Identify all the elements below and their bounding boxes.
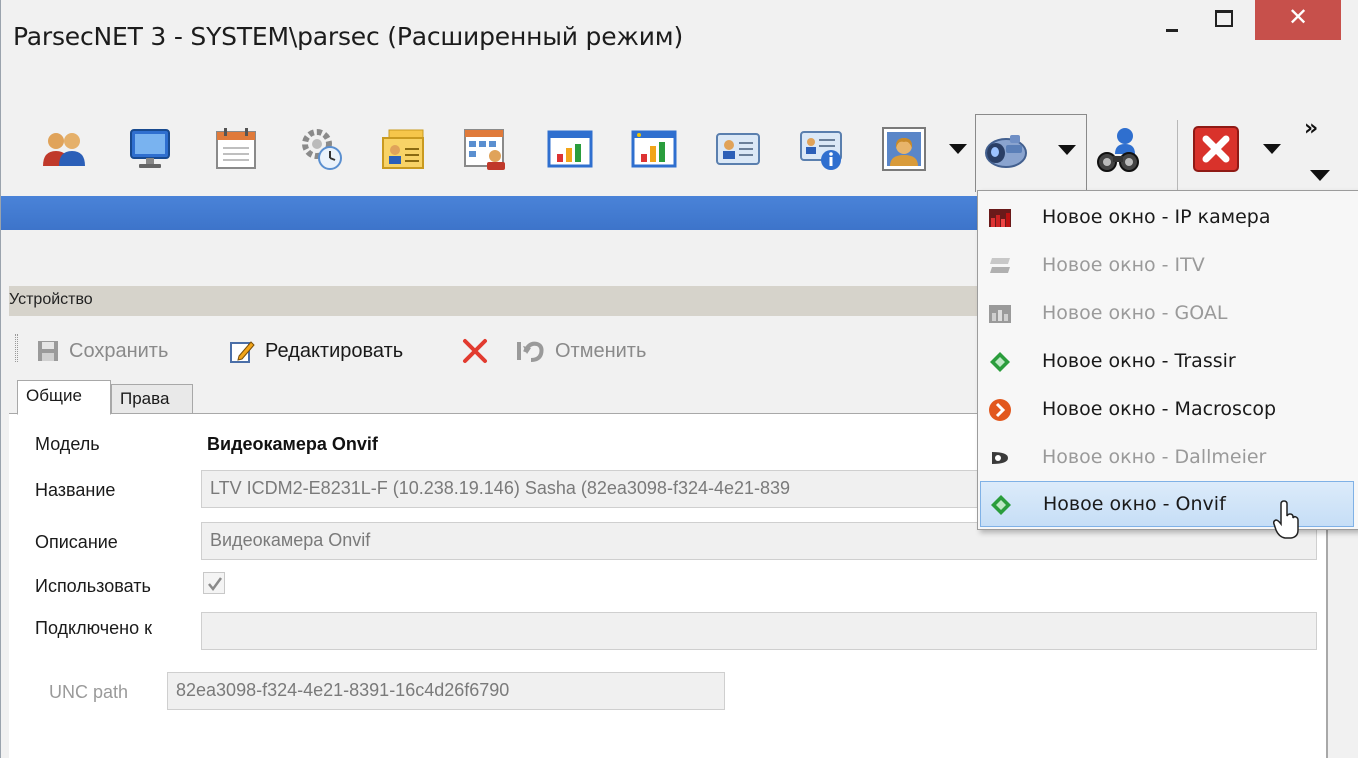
model-value: Видеокамера Onvif [207,434,378,454]
toolbar-overflow-arrow-icon[interactable] [1310,170,1330,181]
unc-path-field[interactable]: 82ea3098-f324-4e21-8391-16c4d26f6790 [167,672,725,710]
trassir-icon [990,352,1010,372]
menu-item-label: Новое окно - Macroscop [1042,398,1277,420]
menu-item-dallmeier[interactable]: Новое окно - Dallmeier [980,435,1354,481]
personnel-schedule-icon[interactable] [461,124,511,174]
id-card-info-icon[interactable] [797,124,847,174]
use-checkbox[interactable] [203,572,225,594]
edit-button[interactable]: Редактировать [229,336,403,366]
menu-item-macroscop[interactable]: Новое окно - Macroscop [980,387,1354,433]
close-window-button[interactable]: ✕ [1255,0,1341,40]
red-x-delete-icon [463,339,487,363]
menu-item-label: Новое окно - Dallmeier [1042,446,1267,468]
dallmeier-icon [992,452,1008,464]
connected-to-label: Подключено к [35,618,152,638]
floppy-disk-icon [38,341,58,361]
photo-dropdown-arrow-icon[interactable] [949,144,967,154]
report-chart-icon[interactable] [545,124,595,174]
goal-icon [989,305,1011,323]
menu-item-label: Новое окно - Trassir [1042,350,1236,372]
description-label: Описание [35,532,118,552]
video-camera-icon [982,125,1032,175]
menu-item-label: Новое окно - ITV [1042,254,1205,276]
close-red-icon[interactable] [1191,124,1241,174]
personnel-card-icon[interactable] [379,124,429,174]
menu-item-trassir[interactable]: Новое окно - Trassir [980,339,1354,385]
toolbar-grip[interactable] [15,334,18,362]
macroscop-icon [989,399,1011,421]
undo-icon [517,341,544,362]
close-dropdown-arrow-icon[interactable] [1263,144,1281,154]
binoculars-person-icon[interactable] [1095,124,1145,174]
users-icon[interactable] [39,124,89,174]
device-panel-title: Устройство [9,291,93,308]
toolbar-separator [1177,120,1178,190]
onvif-icon [991,495,1011,515]
use-label: Использовать [35,576,151,596]
video-dropdown-menu: Новое окно - IP камера Новое окно - ITV … [977,190,1358,530]
tab-rights[interactable]: Права [111,384,193,414]
menu-item-itv[interactable]: Новое окно - ITV [980,243,1354,289]
close-icon: ✕ [1287,3,1309,31]
model-label: Модель [35,434,100,454]
window-title: ParsecNET 3 - SYSTEM\parsec (Расширенный… [13,22,683,51]
tab-general[interactable]: Общие [17,380,111,415]
app-window: ParsecNET 3 - SYSTEM\parsec (Расширенный… [0,0,1358,758]
connected-to-field[interactable] [201,612,1317,650]
title-bar: ParsecNET 3 - SYSTEM\parsec (Расширенный… [1,0,1358,80]
checkmark-icon [208,577,223,592]
itv-icon [990,258,1010,273]
toolbar-overflow-icon[interactable]: » [1304,116,1318,141]
pencil-edit-icon [230,341,255,363]
save-label: Сохранить [69,339,169,362]
report-chart-2-icon[interactable] [629,124,679,174]
maximize-button[interactable] [1201,0,1247,42]
delete-button[interactable] [461,336,499,366]
edit-label: Редактировать [265,339,404,362]
video-dropdown-arrow-icon [1058,145,1076,155]
name-label: Название [35,480,116,500]
menu-item-label: Новое окно - GOAL [1042,302,1228,324]
menu-item-ip-camera[interactable]: Новое окно - IP камера [980,195,1354,241]
ip-camera-icon [989,209,1011,227]
schedule-gear-icon[interactable] [297,124,347,174]
video-camera-button[interactable] [975,114,1087,192]
mouse-cursor-icon [1273,500,1299,539]
cancel-button[interactable]: Отменить [515,336,646,366]
menu-item-label: Новое окно - Onvif [1043,493,1226,515]
menu-item-goal[interactable]: Новое окно - GOAL [980,291,1354,337]
menu-item-label: Новое окно - IP камера [1042,206,1271,228]
id-card-icon[interactable] [713,124,763,174]
unc-path-label: UNC path [49,682,129,702]
minimize-button[interactable] [1149,0,1195,42]
cancel-label: Отменить [555,339,647,362]
photo-person-icon[interactable] [879,124,929,174]
device-action-bar: Сохранить Редактировать Отменить [9,320,989,380]
calendar-icon[interactable] [211,124,261,174]
monitor-icon[interactable] [125,124,175,174]
main-toolbar: » [1,80,1341,196]
save-button[interactable]: Сохранить [37,336,168,366]
